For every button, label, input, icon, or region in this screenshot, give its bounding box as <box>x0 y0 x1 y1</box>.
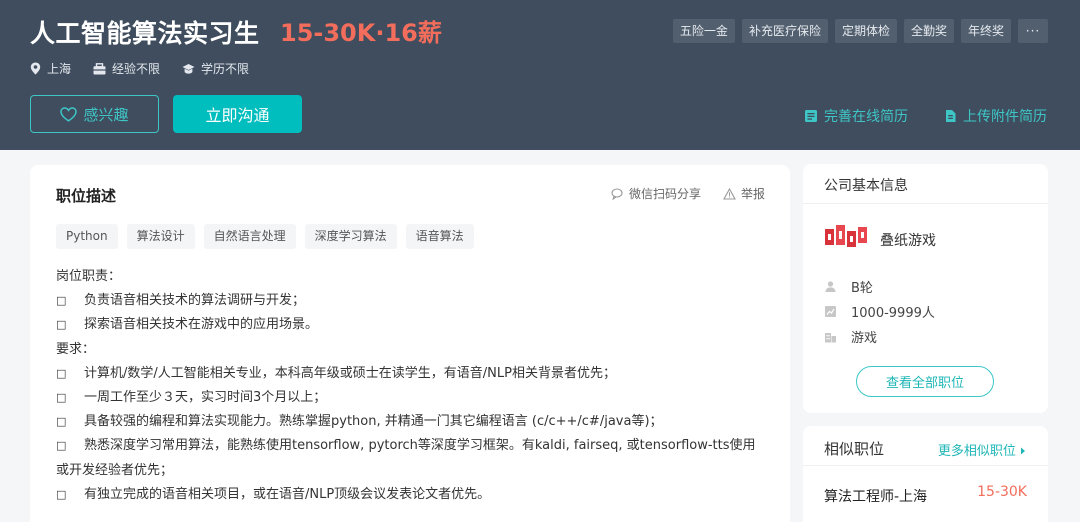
interest-button[interactable]: 感兴趣 <box>30 95 159 133</box>
caret-right-icon <box>1021 447 1025 455</box>
benefit-tags: 五险一金 补充医疗保险 定期体检 全勤奖 年终奖 ··· <box>666 19 1048 43</box>
skill-tag: Python <box>56 224 118 249</box>
building-icon <box>825 333 836 343</box>
resume-icon <box>805 110 817 122</box>
description-line: 岗位职责： <box>56 269 122 284</box>
graduation-cap-icon <box>182 63 195 74</box>
description-line: □ 具备较强的编程和算法实现能力。熟练掌握python, 并精通一门其它编程语言 … <box>56 410 768 434</box>
skill-tags: Python 算法设计 自然语言处理 深度学习算法 语音算法 <box>56 224 483 249</box>
experience-text: 经验不限 <box>112 62 161 76</box>
company-size: 1000-9999人 <box>824 302 935 321</box>
description-line: □ 计算机/数学/人工智能相关专业，本科高年级或硕士在读学生，有语音/NLP相关背… <box>56 362 768 386</box>
more-similar-label: 更多相似职位 <box>937 444 1016 459</box>
skill-tag: 自然语言处理 <box>203 224 296 249</box>
more-similar-link[interactable]: 更多相似职位 <box>938 440 1026 459</box>
location-text: 上海 <box>47 62 72 76</box>
online-resume-link[interactable]: 完善在线简历 <box>804 106 908 126</box>
meta-location: 上海 <box>30 60 71 77</box>
job-description-panel: 职位描述 微信扫码分享 举报 Python 算法设计 自然语言处理 深度学习算法… <box>30 165 790 522</box>
location-icon <box>30 62 41 75</box>
warning-icon <box>723 187 736 200</box>
skill-tag: 深度学习算法 <box>304 224 397 249</box>
benefit-tag: 补充医疗保险 <box>741 19 828 43</box>
meta-experience: 经验不限 <box>93 60 160 77</box>
description-line: □ 一周工作至少３天，实习时间3个月以上； <box>56 386 768 410</box>
similar-job-title[interactable]: 算法工程师-上海 <box>824 486 927 506</box>
job-salary: 15-30K·16薪 <box>280 19 442 47</box>
benefit-tag: 全勤奖 <box>903 19 954 43</box>
wechat-icon <box>611 187 623 200</box>
funding-icon <box>825 281 836 292</box>
report-button[interactable]: 举报 <box>723 185 765 202</box>
similar-jobs-card: 相似职位 更多相似职位 算法工程师-上海 15-30K <box>803 426 1048 522</box>
description-line: 要求： <box>56 341 96 357</box>
meta-education: 学历不限 <box>182 60 249 77</box>
benefit-tag: 定期体检 <box>834 19 897 43</box>
bullet-box: □ <box>56 294 67 308</box>
attachment-icon <box>946 110 956 122</box>
description-line: □ 有独立完成的语音相关项目，或在语音/NLP顶级会议发表论文者优先。 <box>56 483 768 507</box>
upload-resume-link[interactable]: 上传附件简历 <box>944 106 1047 126</box>
company-industry: 游戏 <box>824 327 877 346</box>
job-title: 人工智能算法实习生 <box>30 19 260 48</box>
skill-tag: 算法设计 <box>126 224 195 249</box>
bullet-box: □ <box>56 391 67 405</box>
interest-label: 感兴趣 <box>83 105 129 124</box>
benefit-tag: 五险一金 <box>672 19 735 43</box>
heart-icon <box>60 106 78 122</box>
job-meta: 上海 经验不限 学历不限 <box>30 60 271 77</box>
chat-now-button[interactable]: 立即沟通 <box>173 95 302 133</box>
company-section-title: 公司基本信息 <box>803 164 1048 204</box>
share-label: 微信扫码分享 <box>628 187 701 201</box>
description-actions: 微信扫码分享 举报 <box>589 185 765 202</box>
size-text: 1000-9999人 <box>851 306 935 321</box>
stage-text: B轮 <box>851 281 873 296</box>
view-all-jobs-button[interactable]: 查看全部职位 <box>856 366 994 397</box>
description-line: □ 熟悉深度学习常用算法，能熟练使用tensorflow, pytorch等深度学… <box>56 434 768 482</box>
size-chart-icon <box>825 306 836 317</box>
similar-job-salary: 15-30K <box>977 484 1027 500</box>
company-info-card: 公司基本信息 叠纸游戏 B轮 1000-9999人 游戏 查看全部职位 <box>803 164 1048 413</box>
report-label: 举报 <box>740 187 765 201</box>
education-text: 学历不限 <box>201 62 250 76</box>
upload-resume-label: 上传附件简历 <box>963 109 1047 125</box>
bullet-box: □ <box>56 366 67 380</box>
description-line: □ 负责语音相关技术的算法调研与开发； <box>56 289 768 313</box>
job-header: 人工智能算法实习生 15-30K·16薪 上海 经验不限 学历不限 五险一金 补… <box>0 0 1080 150</box>
description-title: 职位描述 <box>56 187 117 205</box>
company-name[interactable]: 叠纸游戏 <box>880 230 936 250</box>
description-line: □ 探索语音相关技术在游戏中的应用场景。 <box>56 313 768 337</box>
benefit-tag: 年终奖 <box>960 19 1011 43</box>
benefits-more-button[interactable]: ··· <box>1018 19 1048 43</box>
description-body: 岗位职责： □ 负责语音相关技术的算法调研与开发； □ 探索语音相关技术在游戏中的应… <box>56 265 768 507</box>
bullet-box: □ <box>56 487 67 501</box>
company-logo[interactable] <box>824 223 868 251</box>
company-stage: B轮 <box>824 277 873 296</box>
briefcase-icon <box>93 62 106 74</box>
wechat-share-button[interactable]: 微信扫码分享 <box>611 185 701 202</box>
bullet-box: □ <box>56 318 67 332</box>
skill-tag: 语音算法 <box>405 224 474 249</box>
industry-text: 游戏 <box>851 331 878 346</box>
online-resume-label: 完善在线简历 <box>824 109 908 125</box>
bullet-box: □ <box>56 415 67 429</box>
bullet-box: □ <box>56 439 67 453</box>
